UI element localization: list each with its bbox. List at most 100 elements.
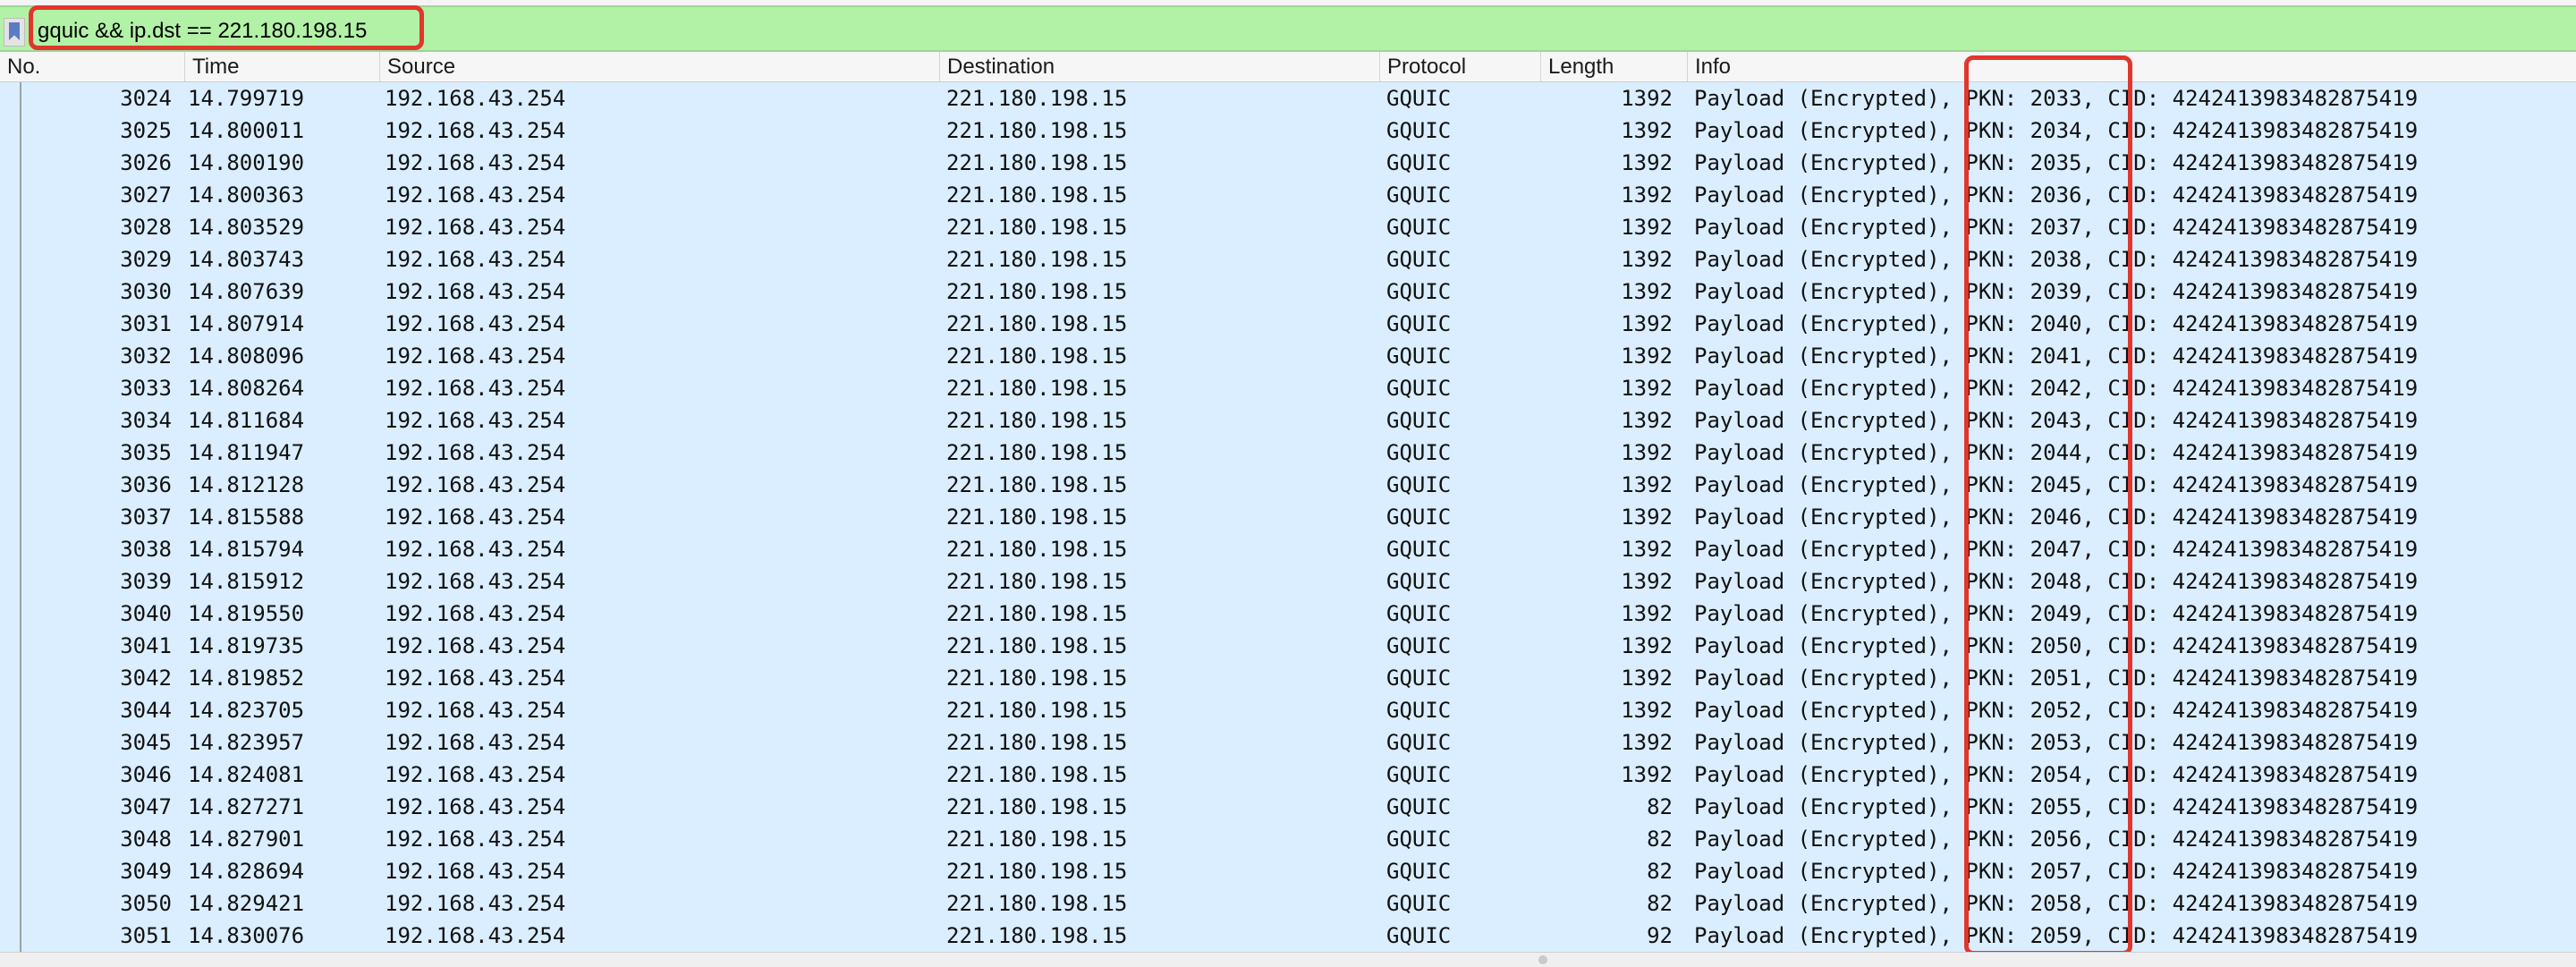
splitter-handle-icon[interactable]	[1538, 955, 1547, 964]
packet-length: 1392	[1621, 762, 1673, 787]
packet-length: 1392	[1621, 537, 1673, 562]
packet-row[interactable]: 3051 14.830076 192.168.43.254 221.180.198.1…	[0, 920, 2576, 952]
packet-row[interactable]: 3038 14.815794 192.168.43.254 221.180.198.1…	[0, 533, 2576, 565]
column-header-destination[interactable]: Destination	[939, 52, 1379, 81]
packet-length: 1392	[1621, 633, 1673, 658]
packet-number: 3029	[120, 247, 172, 272]
packet-row[interactable]: 3035 14.811947 192.168.43.254 221.180.198.1…	[0, 437, 2576, 469]
bookmark-icon[interactable]	[4, 18, 25, 47]
packet-source: 192.168.43.254	[385, 376, 566, 401]
packet-destination: 221.180.198.15	[946, 569, 1128, 594]
packet-row[interactable]: 3024 14.799719 192.168.43.254 221.180.198.1…	[0, 82, 2576, 115]
packet-row[interactable]: 3048 14.827901 192.168.43.254 221.180.198.1…	[0, 823, 2576, 855]
packet-row[interactable]: 3036 14.812128 192.168.43.254 221.180.198.1…	[0, 469, 2576, 501]
packet-number: 3032	[120, 344, 172, 369]
packet-time: 14.819550	[188, 601, 305, 626]
pane-splitter[interactable]	[0, 952, 2576, 967]
display-filter-bar	[0, 5, 2576, 52]
packet-protocol: GQUIC	[1386, 666, 1452, 691]
packet-length: 92	[1647, 923, 1673, 948]
packet-length: 1392	[1621, 215, 1673, 240]
packet-row[interactable]: 3049 14.828694 192.168.43.254 221.180.198.1…	[0, 855, 2576, 887]
packet-row[interactable]: 3029 14.803743 192.168.43.254 221.180.198.1…	[0, 243, 2576, 276]
packet-time: 14.823957	[188, 730, 305, 755]
column-header-time[interactable]: Time	[184, 52, 379, 81]
packet-length: 1392	[1621, 408, 1673, 433]
packet-protocol: GQUIC	[1386, 182, 1452, 208]
packet-destination: 221.180.198.15	[946, 279, 1128, 304]
packet-info: Payload (Encrypted), PKN: 2053, CID: 424…	[1694, 730, 2419, 755]
packet-row[interactable]: 3050 14.829421 192.168.43.254 221.180.198.1…	[0, 887, 2576, 920]
packet-number: 3027	[120, 182, 172, 208]
packet-row[interactable]: 3042 14.819852 192.168.43.254 221.180.198.1…	[0, 662, 2576, 694]
packet-row[interactable]: 3047 14.827271 192.168.43.254 221.180.198.1…	[0, 791, 2576, 823]
packet-length: 1392	[1621, 601, 1673, 626]
packet-row[interactable]: 3046 14.824081 192.168.43.254 221.180.198.1…	[0, 759, 2576, 791]
packet-destination: 221.180.198.15	[946, 215, 1128, 240]
packet-row[interactable]: 3025 14.800011 192.168.43.254 221.180.198.1…	[0, 115, 2576, 147]
packet-source: 192.168.43.254	[385, 891, 566, 916]
packet-time: 14.808096	[188, 344, 305, 369]
packet-row[interactable]: 3030 14.807639 192.168.43.254 221.180.198.1…	[0, 276, 2576, 308]
packet-row[interactable]: 3026 14.800190 192.168.43.254 221.180.198.1…	[0, 147, 2576, 179]
packet-protocol: GQUIC	[1386, 215, 1452, 240]
packet-source: 192.168.43.254	[385, 150, 566, 175]
packet-source: 192.168.43.254	[385, 182, 566, 208]
packet-row[interactable]: 3028 14.803529 192.168.43.254 221.180.198.1…	[0, 211, 2576, 243]
packet-protocol: GQUIC	[1386, 150, 1452, 175]
packet-protocol: GQUIC	[1386, 344, 1452, 369]
packet-source: 192.168.43.254	[385, 537, 566, 562]
packet-number: 3049	[120, 859, 172, 884]
column-header-source[interactable]: Source	[379, 52, 939, 81]
packet-row[interactable]: 3041 14.819735 192.168.43.254 221.180.198.1…	[0, 630, 2576, 662]
packet-list-header: No. Time Source Destination Protocol Len…	[0, 52, 2576, 82]
packet-time: 14.800011	[188, 118, 305, 143]
packet-row[interactable]: 3033 14.808264 192.168.43.254 221.180.198.1…	[0, 372, 2576, 404]
packet-time: 14.800190	[188, 150, 305, 175]
packet-info: Payload (Encrypted), PKN: 2055, CID: 424…	[1694, 794, 2419, 819]
packet-length: 1392	[1621, 440, 1673, 465]
packet-row[interactable]: 3045 14.823957 192.168.43.254 221.180.198.1…	[0, 726, 2576, 759]
packet-time: 14.819735	[188, 633, 305, 658]
packet-row[interactable]: 3037 14.815588 192.168.43.254 221.180.198.1…	[0, 501, 2576, 533]
packet-destination: 221.180.198.15	[946, 118, 1128, 143]
column-header-length[interactable]: Length	[1540, 52, 1687, 81]
packet-info: Payload (Encrypted), PKN: 2047, CID: 424…	[1694, 537, 2419, 562]
packet-time: 14.823705	[188, 698, 305, 723]
packet-source: 192.168.43.254	[385, 472, 566, 497]
packet-number: 3026	[120, 150, 172, 175]
packet-source: 192.168.43.254	[385, 247, 566, 272]
packet-row[interactable]: 3027 14.800363 192.168.43.254 221.180.198.1…	[0, 179, 2576, 211]
packet-time: 14.807639	[188, 279, 305, 304]
packet-row[interactable]: 3034 14.811684 192.168.43.254 221.180.198.1…	[0, 404, 2576, 437]
packet-info: Payload (Encrypted), PKN: 2057, CID: 424…	[1694, 859, 2419, 884]
packet-protocol: GQUIC	[1386, 279, 1452, 304]
packet-length: 1392	[1621, 118, 1673, 143]
packet-row[interactable]: 3040 14.819550 192.168.43.254 221.180.198.1…	[0, 598, 2576, 630]
packet-info: Payload (Encrypted), PKN: 2038, CID: 424…	[1694, 247, 2419, 272]
packet-row[interactable]: 3039 14.815912 192.168.43.254 221.180.198.1…	[0, 565, 2576, 598]
packet-row[interactable]: 3031 14.807914 192.168.43.254 221.180.198.1…	[0, 308, 2576, 340]
packet-info: Payload (Encrypted), PKN: 2036, CID: 424…	[1694, 182, 2419, 208]
packet-row[interactable]: 3044 14.823705 192.168.43.254 221.180.198.1…	[0, 694, 2576, 726]
packet-number: 3040	[120, 601, 172, 626]
packet-info: Payload (Encrypted), PKN: 2050, CID: 424…	[1694, 633, 2419, 658]
packet-time: 14.815588	[188, 505, 305, 530]
column-header-info[interactable]: Info	[1687, 52, 2576, 81]
packet-time: 14.803743	[188, 247, 305, 272]
packet-row[interactable]: 3032 14.808096 192.168.43.254 221.180.198.1…	[0, 340, 2576, 372]
column-header-no[interactable]: No.	[0, 52, 184, 81]
packet-time: 14.815912	[188, 569, 305, 594]
packet-number: 3035	[120, 440, 172, 465]
packet-info: Payload (Encrypted), PKN: 2033, CID: 424…	[1694, 86, 2419, 111]
conversation-bracket	[20, 82, 21, 952]
column-header-protocol[interactable]: Protocol	[1379, 52, 1540, 81]
packet-info: Payload (Encrypted), PKN: 2040, CID: 424…	[1694, 311, 2419, 336]
packet-protocol: GQUIC	[1386, 827, 1452, 852]
packet-length: 1392	[1621, 472, 1673, 497]
packet-source: 192.168.43.254	[385, 730, 566, 755]
packet-length: 1392	[1621, 279, 1673, 304]
display-filter-input[interactable]	[38, 16, 2560, 47]
packet-protocol: GQUIC	[1386, 505, 1452, 530]
packet-destination: 221.180.198.15	[946, 537, 1128, 562]
